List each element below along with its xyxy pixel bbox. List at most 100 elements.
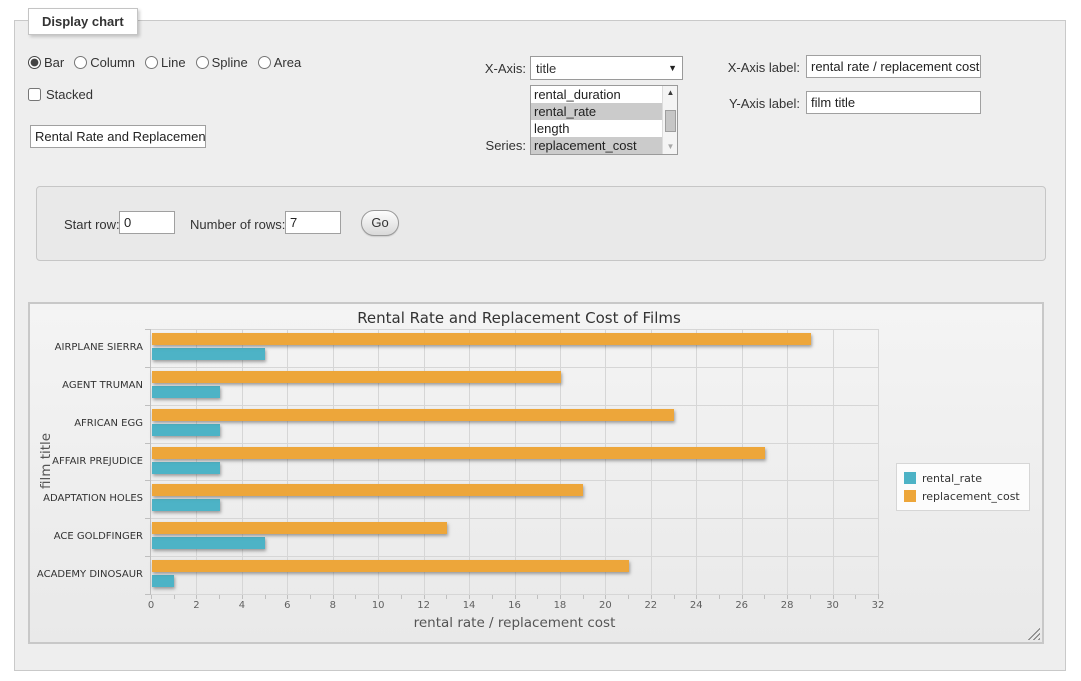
y-axis-tick	[145, 594, 150, 595]
y-axis-tick	[145, 480, 150, 481]
scroll-down-icon[interactable]: ▼	[663, 140, 678, 154]
stacked-checkbox[interactable]	[28, 88, 41, 101]
legend-label: replacement_cost	[922, 490, 1020, 503]
x-gridline	[469, 329, 470, 594]
bar-replacement_cost[interactable]	[152, 371, 561, 383]
chart-title: Rental Rate and Replacement Cost of Film…	[30, 309, 1008, 327]
x-axis-tick	[469, 595, 470, 599]
x-gridline	[242, 329, 243, 594]
series-option-replacement_cost[interactable]: replacement_cost	[531, 137, 662, 154]
chart-type-label: Bar	[44, 55, 64, 70]
legend-item-rental_rate[interactable]: rental_rate	[904, 469, 1020, 487]
series-select-label: Series:	[441, 138, 526, 153]
x-gridline	[560, 329, 561, 594]
x-tick-label: 14	[454, 600, 484, 611]
category-label: AFRICAN EGG	[31, 418, 143, 429]
bar-rental_rate[interactable]	[152, 537, 265, 549]
y-axis-tick	[145, 556, 150, 557]
x-tick-label: 26	[727, 600, 757, 611]
x-gridline	[424, 329, 425, 594]
bar-replacement_cost[interactable]	[152, 484, 583, 496]
chart-type-label: Line	[161, 55, 186, 70]
chart-type-radio-group: BarColumnLineSplineArea	[28, 55, 307, 70]
series-option-rental_duration[interactable]: rental_duration	[531, 86, 662, 103]
scrollbar-thumb[interactable]	[665, 110, 676, 132]
chart-type-radio-area[interactable]	[258, 56, 271, 69]
x-axis-label-input[interactable]: rental rate / replacement cost	[806, 55, 981, 78]
x-axis-tick	[401, 595, 402, 599]
resize-handle-icon[interactable]	[1028, 628, 1040, 640]
bar-rental_rate[interactable]	[152, 575, 174, 587]
chart-type-radio-column[interactable]	[74, 56, 87, 69]
number-of-rows-input[interactable]: 7	[285, 211, 341, 234]
y-gridline	[151, 405, 878, 406]
chart-title-input[interactable]: Rental Rate and Replacement Cost of Film…	[30, 125, 206, 148]
x-axis-tick	[560, 595, 561, 599]
go-button[interactable]: Go	[361, 210, 399, 236]
x-axis-select[interactable]: title ▼	[530, 56, 683, 80]
x-gridline	[878, 329, 879, 594]
chart-type-option-bar: Bar	[28, 55, 64, 70]
series-option-length[interactable]: length	[531, 120, 662, 137]
bar-rental_rate[interactable]	[152, 499, 220, 511]
number-of-rows-label: Number of rows:	[190, 217, 285, 232]
category-label: ADAPTATION HOLES	[31, 493, 143, 504]
series-option-rental_rate[interactable]: rental_rate	[531, 103, 662, 120]
bar-rental_rate[interactable]	[152, 348, 265, 360]
scroll-up-icon[interactable]: ▲	[663, 86, 678, 100]
bar-rental_rate[interactable]	[152, 386, 220, 398]
chart-legend: rental_rate replacement_cost	[896, 463, 1030, 511]
y-gridline	[151, 443, 878, 444]
bar-rental_rate[interactable]	[152, 424, 220, 436]
x-gridline	[787, 329, 788, 594]
series-scrollbar[interactable]: ▲ ▼	[662, 86, 677, 154]
chart-type-radio-bar[interactable]	[28, 56, 41, 69]
bar-replacement_cost[interactable]	[152, 447, 765, 459]
chart-type-option-area: Area	[258, 55, 301, 70]
x-axis-tick	[355, 595, 356, 599]
chart-type-radio-line[interactable]	[145, 56, 158, 69]
x-axis-selected-value: title	[536, 61, 668, 76]
start-row-input[interactable]: 0	[119, 211, 175, 234]
x-tick-label: 8	[318, 600, 348, 611]
x-gridline	[333, 329, 334, 594]
x-tick-label: 18	[545, 600, 575, 611]
bar-replacement_cost[interactable]	[152, 560, 629, 572]
category-label: AGENT TRUMAN	[31, 380, 143, 391]
x-axis-tick	[674, 595, 675, 599]
legend-item-replacement_cost[interactable]: replacement_cost	[904, 487, 1020, 505]
x-tick-label: 32	[863, 600, 893, 611]
bar-replacement_cost[interactable]	[152, 409, 674, 421]
x-axis-tick	[742, 595, 743, 599]
series-multiselect[interactable]: rental_durationrental_ratelengthreplacem…	[530, 85, 678, 155]
x-axis-tick	[265, 595, 266, 599]
x-axis-tick	[310, 595, 311, 599]
y-gridline	[151, 367, 878, 368]
chart-type-option-column: Column	[74, 55, 135, 70]
chart-type-radio-spline[interactable]	[196, 56, 209, 69]
x-axis-tick	[719, 595, 720, 599]
y-axis-tick	[145, 405, 150, 406]
chart-type-label: Column	[90, 55, 135, 70]
y-gridline	[151, 480, 878, 481]
stacked-row: Stacked	[28, 87, 93, 102]
x-gridline	[651, 329, 652, 594]
chart-type-option-line: Line	[145, 55, 186, 70]
x-tick-label: 2	[181, 600, 211, 611]
fieldset-legend: Display chart	[28, 8, 138, 35]
x-axis-tick	[628, 595, 629, 599]
x-tick-label: 4	[227, 600, 257, 611]
x-axis-tick	[605, 595, 606, 599]
bar-replacement_cost[interactable]	[152, 333, 811, 345]
bar-replacement_cost[interactable]	[152, 522, 447, 534]
x-axis-tick	[174, 595, 175, 599]
y-axis-tick	[145, 443, 150, 444]
y-axis-tick	[145, 329, 150, 330]
bar-rental_rate[interactable]	[152, 462, 220, 474]
x-axis-title: rental rate / replacement cost	[151, 615, 878, 631]
x-axis-select-label: X-Axis:	[441, 61, 526, 76]
legend-label: rental_rate	[922, 472, 982, 485]
y-axis-label-input[interactable]: film title	[806, 91, 981, 114]
stacked-label: Stacked	[46, 87, 93, 102]
x-axis-tick	[878, 595, 879, 599]
